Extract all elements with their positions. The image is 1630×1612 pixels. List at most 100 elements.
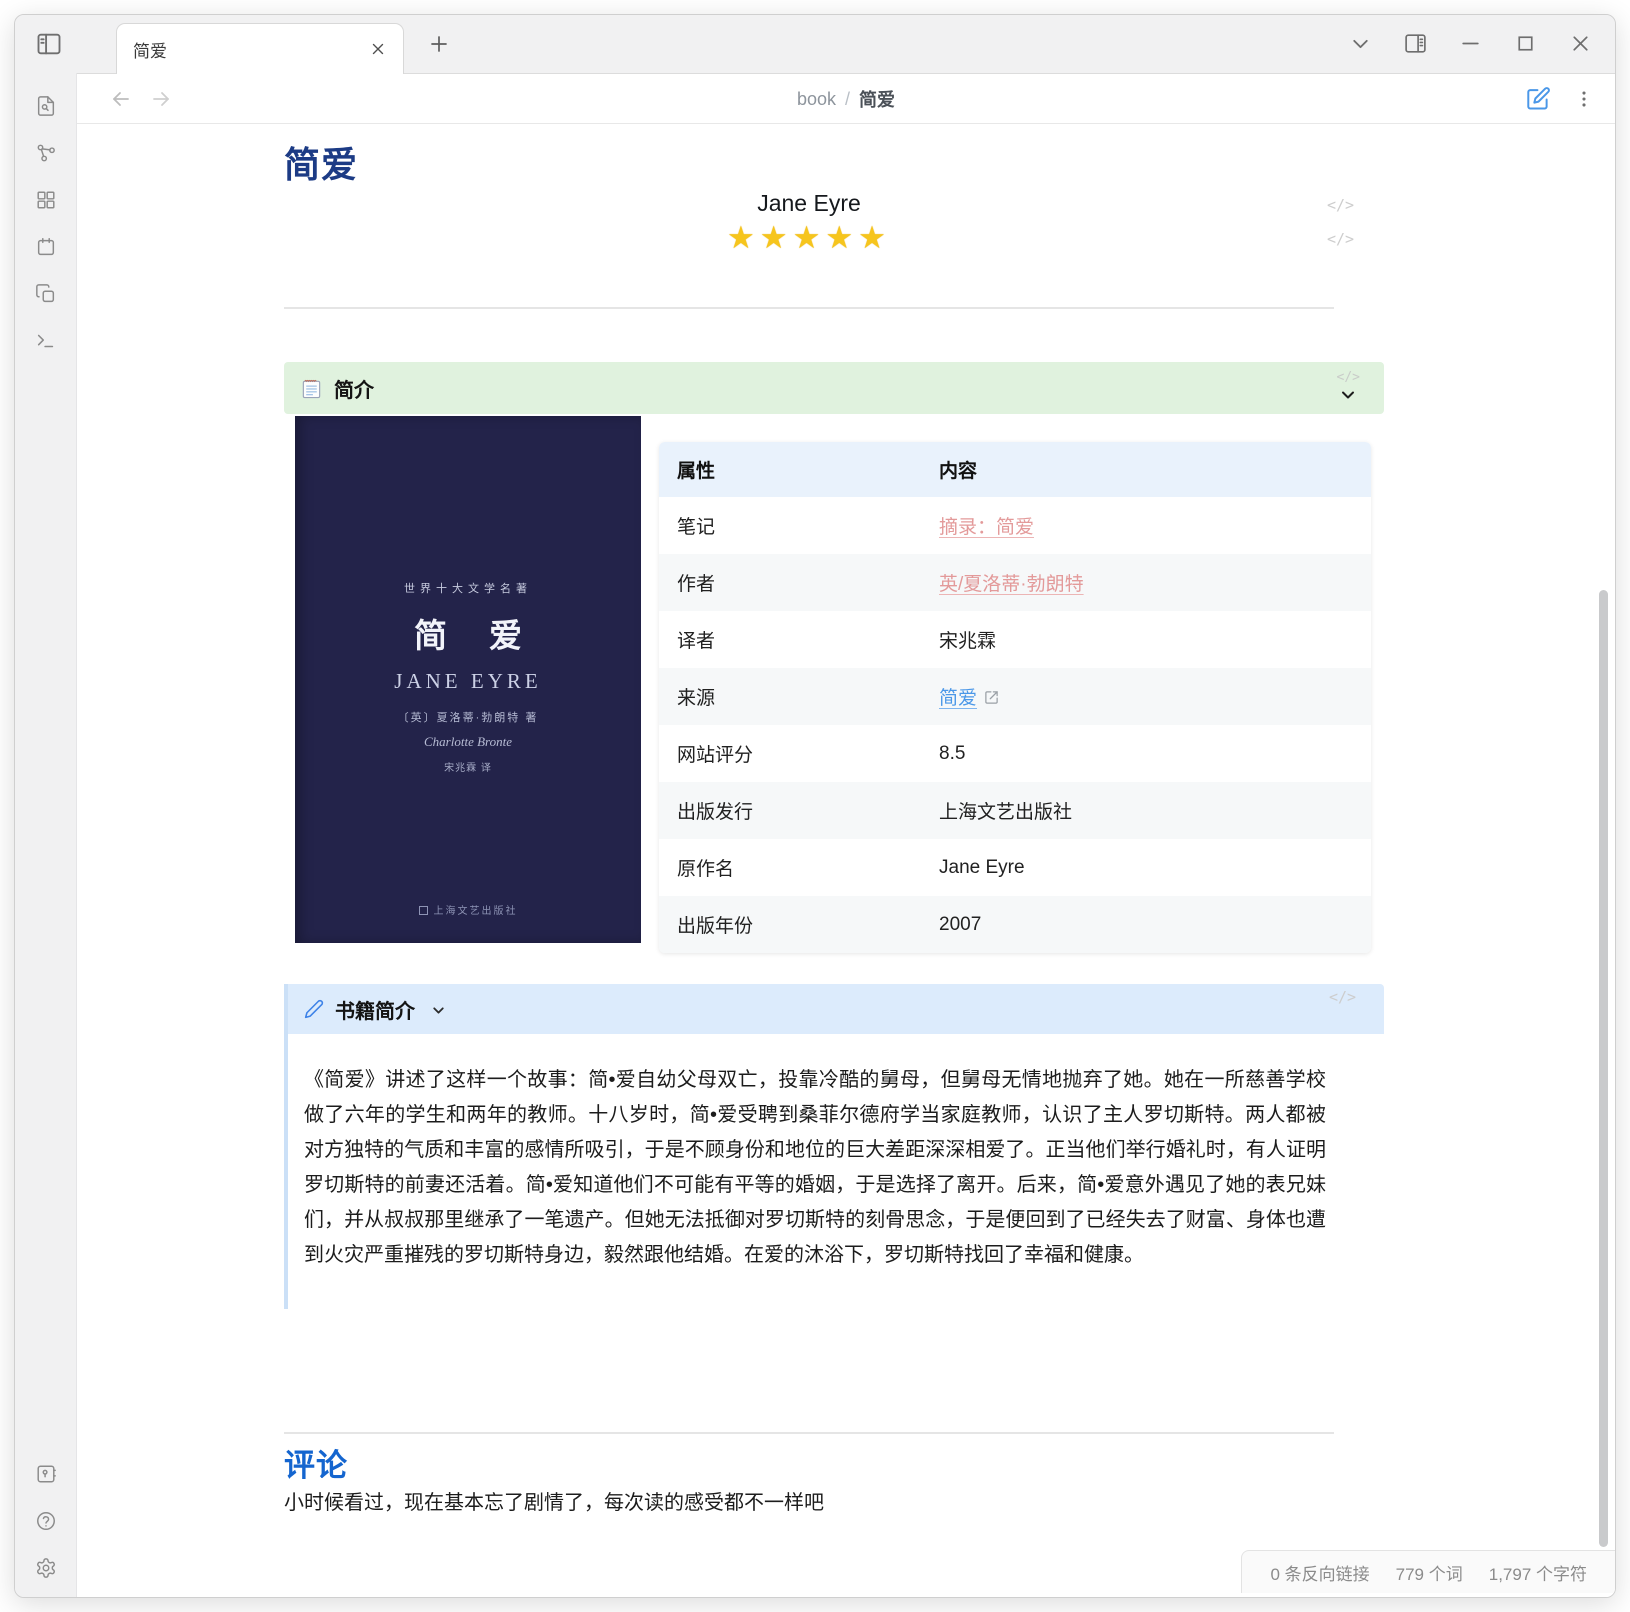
attr-label: 来源	[659, 668, 921, 725]
attributes-table: 属性 内容 笔记 摘录：简爱 作者 英/夏洛蒂·勃朗特 译者 宋	[659, 442, 1371, 953]
word-count[interactable]: 779 个词	[1396, 1560, 1463, 1585]
edit-mode-button[interactable]	[1526, 86, 1551, 111]
code-block-edit-icon[interactable]: </>	[1329, 988, 1356, 1006]
attr-label: 笔记	[659, 497, 921, 554]
table-row: 笔记 摘录：简爱	[659, 497, 1371, 554]
code-block-edit-icon[interactable]: </>	[1327, 230, 1354, 248]
divider	[284, 1432, 1334, 1434]
breadcrumb-folder[interactable]: book	[797, 89, 836, 110]
breadcrumb-separator: /	[845, 89, 850, 110]
memo-icon	[300, 377, 323, 400]
cover-author-en: Charlotte Bronte	[424, 734, 512, 750]
table-row: 作者 英/夏洛蒂·勃朗特	[659, 554, 1371, 611]
divider	[284, 307, 1334, 309]
collapse-chevron-icon[interactable]	[430, 1002, 447, 1019]
right-sidebar-toggle-icon[interactable]	[1403, 31, 1428, 56]
table-row: 出版年份 2007	[659, 896, 1371, 953]
cover-title-cn: 简爱	[372, 609, 564, 657]
summary-text: 《简爱》讲述了这样一个故事：简•爱自幼父母双亡，投靠冷酷的舅母，但舅母无情地抛弃…	[288, 1034, 1384, 1309]
close-window-button[interactable]	[1568, 31, 1593, 56]
table-row: 原作名 Jane Eyre	[659, 839, 1371, 896]
tab-list-chevron-icon[interactable]	[1348, 31, 1373, 56]
terminal-icon	[35, 330, 57, 352]
help-button[interactable]	[35, 1510, 57, 1532]
calendar-icon	[35, 236, 57, 258]
intro-callout-header[interactable]: 简介 </>	[284, 362, 1384, 414]
column-header-content: 内容	[921, 442, 1371, 497]
intro-callout-title: 简介	[334, 374, 374, 403]
panel-left-icon	[35, 30, 63, 58]
plus-icon	[427, 32, 451, 56]
external-link-source[interactable]: 简爱	[939, 688, 977, 709]
attr-value: 8.5	[921, 725, 1371, 782]
code-block-edit-icon[interactable]: </>	[1337, 371, 1360, 385]
canvas-button[interactable]	[35, 189, 57, 211]
tab-jane-eyre[interactable]: 简爱	[116, 23, 404, 74]
edit-icon	[1526, 86, 1551, 111]
more-options-button[interactable]	[1573, 88, 1595, 110]
note-content: 简爱 Jane Eyre ★★★★★ </> </> 简介 </>	[77, 124, 1615, 1597]
main-pane: book / 简爱 简爱 Jane Eyre ★★★★★ </> </>	[77, 73, 1615, 1597]
graph-view-button[interactable]	[35, 142, 57, 164]
internal-link-author[interactable]: 英/夏洛蒂·勃朗特	[939, 574, 1084, 595]
titlebar: 简爱	[15, 15, 1615, 73]
internal-link-note[interactable]: 摘录：简爱	[939, 517, 1034, 538]
copy-icon	[35, 283, 57, 305]
attr-label: 作者	[659, 554, 921, 611]
comment-text: 小时候看过，现在基本忘了剧情了，每次读的感受都不一样吧	[284, 1486, 824, 1515]
help-circle-icon	[35, 1510, 57, 1532]
book-cover-image: 世界十大文学名著 简爱 JANE EYRE 〔英〕夏洛蒂·勃朗特 著 Charl…	[295, 416, 641, 943]
gear-icon	[35, 1557, 57, 1579]
attr-value: 宋兆霖	[921, 611, 1371, 668]
left-sidebar-toggle-icon[interactable]	[35, 30, 63, 58]
cover-title-en: JANE EYRE	[394, 669, 541, 694]
table-row: 网站评分 8.5	[659, 725, 1371, 782]
table-row: 来源 简爱	[659, 668, 1371, 725]
breadcrumb: book / 简爱	[77, 74, 1615, 124]
pencil-icon	[304, 999, 324, 1019]
summary-callout-header[interactable]: 书籍简介	[288, 984, 1384, 1034]
attr-label: 出版年份	[659, 896, 921, 953]
original-title: Jane Eyre	[284, 190, 1334, 217]
vault-switcher-button[interactable]	[35, 1463, 57, 1485]
graph-icon	[35, 142, 57, 164]
collapse-chevron-icon[interactable]	[1338, 385, 1358, 405]
layout-grid-icon	[35, 189, 57, 211]
cover-series-text: 世界十大文学名著	[404, 580, 532, 596]
code-block-edit-icon[interactable]: </>	[1327, 196, 1354, 214]
templates-button[interactable]	[35, 283, 57, 305]
table-header-row: 属性 内容	[659, 442, 1371, 497]
tab-close-icon[interactable]	[369, 40, 387, 58]
view-header: book / 简爱	[77, 74, 1615, 124]
comments-heading: 评论	[284, 1440, 348, 1485]
settings-button[interactable]	[35, 1557, 57, 1579]
attr-label: 译者	[659, 611, 921, 668]
cover-translator: 宋兆霖 译	[444, 759, 492, 774]
terminal-button[interactable]	[35, 330, 57, 352]
table-row: 出版发行 上海文艺出版社	[659, 782, 1371, 839]
tab-title: 简爱	[133, 37, 369, 62]
daily-note-button[interactable]	[35, 236, 57, 258]
backlinks-count[interactable]: 0 条反向链接	[1270, 1560, 1369, 1585]
minimize-button[interactable]	[1458, 31, 1483, 56]
maximize-button[interactable]	[1513, 31, 1538, 56]
char-count[interactable]: 1,797 个字符	[1489, 1560, 1587, 1585]
cover-publisher: 上海文艺出版社	[295, 902, 641, 917]
search-in-file-button[interactable]	[35, 95, 57, 117]
new-tab-button[interactable]	[427, 32, 451, 56]
status-bar: 0 条反向链接 779 个词 1,797 个字符	[1241, 1550, 1615, 1593]
publisher-logo-icon	[419, 906, 428, 915]
breadcrumb-page[interactable]: 简爱	[859, 86, 895, 112]
table-row: 译者 宋兆霖	[659, 611, 1371, 668]
rating-stars: ★★★★★	[284, 220, 1334, 256]
ribbon	[15, 73, 77, 1597]
attr-label: 网站评分	[659, 725, 921, 782]
cover-author-cn: 〔英〕夏洛蒂·勃朗特 著	[398, 709, 539, 725]
summary-callout-title: 书籍简介	[335, 995, 415, 1024]
column-header-attr: 属性	[659, 442, 921, 497]
attr-label: 出版发行	[659, 782, 921, 839]
attr-label: 原作名	[659, 839, 921, 896]
vertical-scrollbar[interactable]	[1599, 590, 1608, 1547]
app-window: 简爱	[14, 14, 1616, 1598]
file-search-icon	[35, 95, 57, 117]
